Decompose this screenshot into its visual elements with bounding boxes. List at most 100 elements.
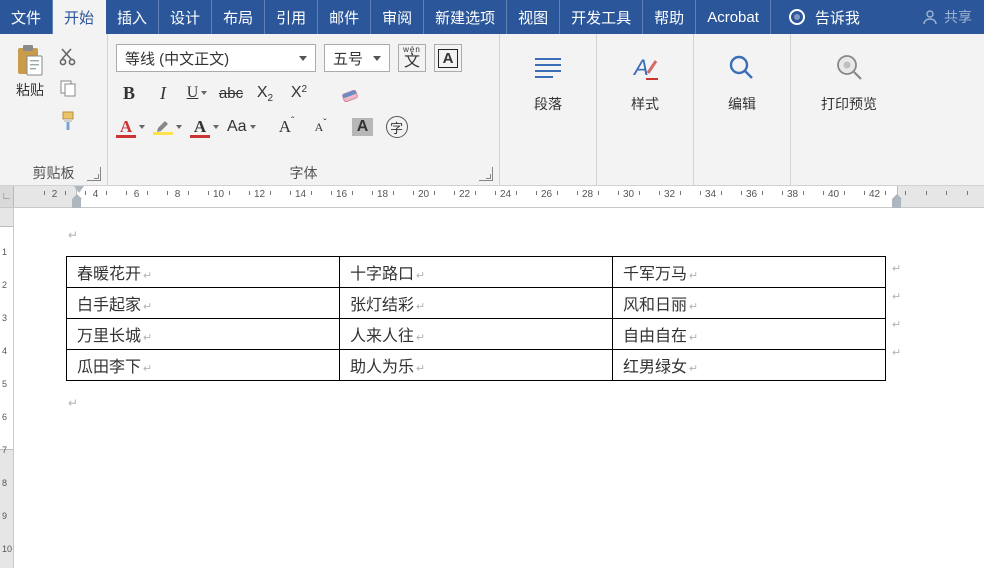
change-case-button[interactable]: Aa <box>227 114 256 140</box>
paragraph-mark: ↵ <box>68 396 78 410</box>
table-cell[interactable]: 万里长城↵ <box>67 319 340 350</box>
table-row[interactable]: 瓜田李下↵助人为乐↵红男绿女↵ <box>67 350 886 381</box>
styles-button[interactable]: A 样式 <box>605 40 685 114</box>
copy-button[interactable] <box>58 78 80 100</box>
tab-开始[interactable]: 开始 <box>53 0 106 34</box>
highlight-button[interactable] <box>153 114 182 140</box>
find-icon <box>702 46 782 90</box>
tab-帮助[interactable]: 帮助 <box>643 0 696 34</box>
char-border-button[interactable]: A <box>434 44 462 72</box>
vertical-ruler[interactable]: 12345678910 <box>0 208 14 568</box>
enclose-char-button[interactable]: 字 <box>384 114 410 140</box>
group-label-font: 字体 <box>290 163 318 183</box>
superscript-button[interactable]: X2 <box>286 80 312 106</box>
cell-mark: ↵ <box>416 363 425 375</box>
print-preview-icon <box>799 46 899 90</box>
table-cell[interactable]: 春暖花开↵ <box>67 257 340 288</box>
group-font: 等线 (中文正文) 五号 wén文 A B I U abc X2 X2 <box>108 34 500 185</box>
table-row[interactable]: 万里长城↵人来人往↵自由自在↵ <box>67 319 886 350</box>
tab-引用[interactable]: 引用 <box>265 0 318 34</box>
first-line-indent[interactable] <box>74 186 84 193</box>
tab-设计[interactable]: 设计 <box>159 0 212 34</box>
group-paragraph: 段落 <box>500 34 597 185</box>
clipboard-launcher[interactable] <box>87 167 101 181</box>
paste-icon <box>16 44 44 76</box>
tab-新建选项[interactable]: 新建选项 <box>424 0 507 34</box>
share-label: 共享 <box>944 7 972 27</box>
hanging-indent[interactable] <box>72 199 81 208</box>
table-cell[interactable]: 十字路口↵ <box>340 257 613 288</box>
edit-button[interactable]: 编辑 <box>702 40 782 114</box>
tab-布局[interactable]: 布局 <box>212 0 265 34</box>
row-end-mark: ↵ <box>892 346 901 359</box>
paste-label: 粘贴 <box>8 80 52 100</box>
paste-button[interactable]: 粘贴 <box>8 44 52 132</box>
menu-tabbar: 文件开始插入设计布局引用邮件审阅新建选项视图开发工具帮助Acrobat 告诉我 … <box>0 0 984 34</box>
row-end-mark: ↵ <box>892 290 901 303</box>
row-end-mark: ↵ <box>892 318 901 331</box>
table-cell[interactable]: 白手起家↵ <box>67 288 340 319</box>
tab-插入[interactable]: 插入 <box>106 0 159 34</box>
styles-icon: A <box>605 46 685 90</box>
tab-邮件[interactable]: 邮件 <box>318 0 371 34</box>
paragraph-icon <box>508 46 588 90</box>
subscript-button[interactable]: X2 <box>252 80 278 106</box>
group-styles: A 样式 <box>597 34 694 185</box>
share-button[interactable]: 共享 <box>910 0 984 34</box>
tab-视图[interactable]: 视图 <box>507 0 560 34</box>
table-cell[interactable]: 千军万马↵ <box>613 257 886 288</box>
font-color-button[interactable]: A <box>116 114 145 140</box>
cell-mark: ↵ <box>143 363 152 375</box>
tab-Acrobat[interactable]: Acrobat <box>696 0 771 34</box>
cell-mark: ↵ <box>143 301 152 313</box>
table-cell[interactable]: 自由自在↵ <box>613 319 886 350</box>
table-cell[interactable]: 风和日丽↵ <box>613 288 886 319</box>
underline-button[interactable]: U <box>184 80 210 106</box>
tab-开发工具[interactable]: 开发工具 <box>560 0 643 34</box>
row-end-mark: ↵ <box>892 262 901 275</box>
document-table[interactable]: 春暖花开↵十字路口↵千军万马↵白手起家↵张灯结彩↵风和日丽↵万里长城↵人来人往↵… <box>66 256 886 381</box>
table-row[interactable]: 白手起家↵张灯结彩↵风和日丽↵ <box>67 288 886 319</box>
text-outline-button[interactable]: A <box>190 114 219 140</box>
page[interactable]: ↵ 春暖花开↵十字路口↵千军万马↵白手起家↵张灯结彩↵风和日丽↵万里长城↵人来人… <box>30 208 974 568</box>
cell-mark: ↵ <box>416 301 425 313</box>
strike-button[interactable]: abc <box>218 80 244 106</box>
shrink-font-button[interactable]: Aˇ <box>308 114 334 140</box>
phonetic-guide-button[interactable]: wén文 <box>398 44 426 72</box>
edit-label: 编辑 <box>702 94 782 114</box>
tell-me-text[interactable]: 告诉我 <box>815 0 874 34</box>
font-launcher[interactable] <box>479 167 493 181</box>
italic-button[interactable]: I <box>150 80 176 106</box>
format-painter-button[interactable] <box>58 110 80 132</box>
table-cell[interactable]: 助人为乐↵ <box>340 350 613 381</box>
paragraph-label: 段落 <box>508 94 588 114</box>
document-area[interactable]: 12345678910 ↵ 春暖花开↵十字路口↵千军万马↵白手起家↵张灯结彩↵风… <box>0 208 984 568</box>
tab-文件[interactable]: 文件 <box>0 0 53 34</box>
cut-button[interactable] <box>58 46 80 68</box>
tab-selector[interactable]: ∟ <box>0 186 14 207</box>
print-preview-button[interactable]: 打印预览 <box>799 40 899 114</box>
cell-mark: ↵ <box>416 270 425 282</box>
group-label-clipboard: 剪贴板 <box>33 163 75 183</box>
grow-font-button[interactable]: Aˆ <box>274 114 300 140</box>
horizontal-ruler[interactable]: ∟ 24681012141618202224262830323436384042 <box>0 186 984 208</box>
table-cell[interactable]: 张灯结彩↵ <box>340 288 613 319</box>
group-printpreview: 打印预览 <box>791 34 907 185</box>
table-cell[interactable]: 人来人往↵ <box>340 319 613 350</box>
char-shading-button[interactable]: A <box>350 114 376 140</box>
font-name-select[interactable]: 等线 (中文正文) <box>116 44 316 72</box>
tell-me-icon[interactable] <box>779 0 815 34</box>
table-cell[interactable]: 红男绿女↵ <box>613 350 886 381</box>
cell-mark: ↵ <box>416 332 425 344</box>
paragraph-button[interactable]: 段落 <box>508 40 588 114</box>
clear-format-button[interactable] <box>338 80 364 106</box>
font-size-select[interactable]: 五号 <box>324 44 390 72</box>
right-indent[interactable] <box>892 199 901 208</box>
bold-button[interactable]: B <box>116 80 142 106</box>
cell-mark: ↵ <box>689 301 698 313</box>
table-row[interactable]: 春暖花开↵十字路口↵千军万马↵ <box>67 257 886 288</box>
print-preview-label: 打印预览 <box>799 94 899 114</box>
table-cell[interactable]: 瓜田李下↵ <box>67 350 340 381</box>
tab-审阅[interactable]: 审阅 <box>371 0 424 34</box>
paragraph-mark: ↵ <box>68 228 78 242</box>
